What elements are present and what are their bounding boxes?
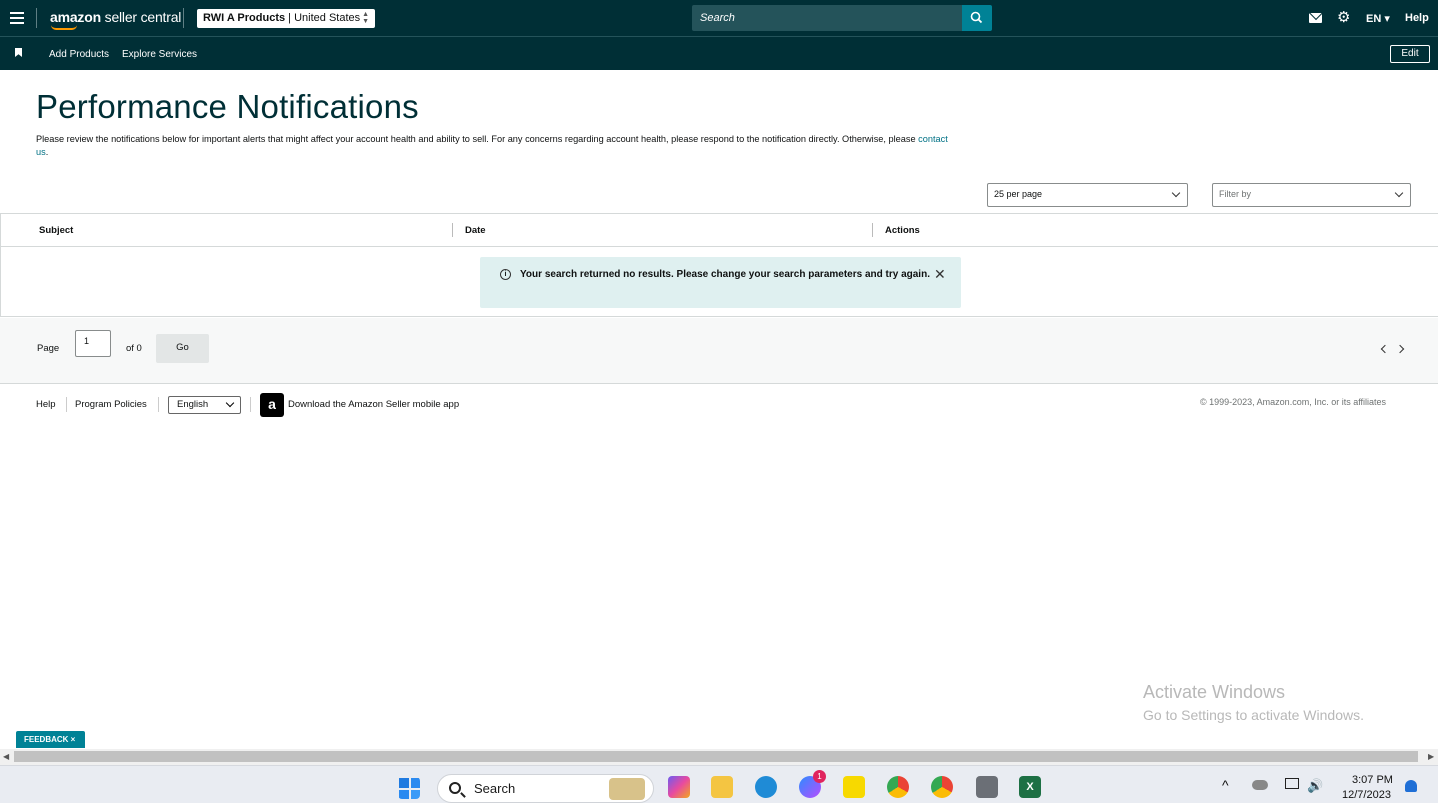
column-header-subject[interactable]: Subject — [39, 225, 73, 236]
subnav-explore-services[interactable]: Explore Services — [122, 49, 197, 60]
no-results-message: Your search returned no results. Please … — [520, 269, 930, 280]
footer-divider — [250, 397, 251, 412]
chevron-down-icon — [1171, 188, 1181, 198]
program-policies-link[interactable]: Program Policies — [75, 399, 147, 410]
calculator-icon[interactable] — [976, 776, 998, 798]
column-header-date[interactable]: Date — [465, 225, 486, 236]
column-divider — [452, 223, 453, 237]
page-number-input[interactable]: 1 — [75, 330, 111, 357]
column-header-actions: Actions — [885, 225, 920, 236]
go-button[interactable]: Go — [156, 334, 209, 363]
amazon-app-icon[interactable]: a — [260, 393, 284, 417]
chevron-down-icon — [225, 398, 235, 408]
horizontal-scrollbar[interactable]: ◀ ▶ — [0, 749, 1438, 765]
watermark-title: Activate Windows — [1143, 682, 1286, 702]
info-icon: i — [500, 269, 511, 280]
activate-windows-watermark: Activate Windows Go to Settings to activ… — [1143, 682, 1364, 723]
nav-divider — [183, 8, 184, 28]
subnav-add-products[interactable]: Add Products — [49, 49, 109, 60]
no-results-alert: i Your search returned no results. Pleas… — [480, 257, 961, 308]
sub-nav: Add Products Explore Services Edit — [0, 37, 1438, 70]
scrollbar-thumb[interactable] — [14, 751, 1418, 762]
bookmark-icon[interactable] — [15, 48, 22, 57]
help-link[interactable]: Help — [1405, 12, 1429, 24]
search-highlight-icon — [609, 778, 645, 800]
edge-icon[interactable] — [755, 776, 777, 798]
page-title: Performance Notifications — [36, 88, 419, 125]
network-icon[interactable] — [1285, 778, 1299, 789]
nav-divider — [36, 8, 37, 28]
column-divider — [872, 223, 873, 237]
watermark-subtitle: Go to Settings to activate Windows. — [1143, 707, 1364, 723]
search-icon — [970, 11, 983, 24]
filter-select[interactable]: Filter by — [1212, 183, 1411, 207]
footer-help-link[interactable]: Help — [36, 399, 56, 410]
page-label: Page — [37, 343, 60, 354]
app-download-link[interactable]: Download the Amazon Seller mobile app — [288, 399, 459, 410]
chevron-up-icon[interactable]: ^ — [1222, 777, 1229, 793]
onedrive-icon[interactable] — [1252, 780, 1268, 790]
taskbar-search-input[interactable]: Search — [437, 774, 654, 803]
close-icon[interactable]: ✕ — [934, 266, 946, 283]
sticky-notes-icon[interactable] — [843, 776, 865, 798]
up-down-arrow-icon: ▲ ▼ — [362, 11, 369, 25]
chevron-left-icon[interactable] — [1380, 344, 1390, 354]
file-explorer-icon[interactable] — [711, 776, 733, 798]
volume-icon[interactable]: 🔊 — [1307, 778, 1323, 794]
search-input[interactable]: Search — [692, 5, 962, 31]
footer-language-select[interactable]: English — [168, 396, 241, 414]
table-header: Subject Date Actions — [1, 214, 1438, 247]
menu-icon[interactable] — [10, 12, 24, 24]
store-selector[interactable]: RWI A Products | United States ▲ ▼ — [197, 9, 375, 28]
gear-icon[interactable]: ⚙ — [1337, 10, 1351, 25]
footer-divider — [66, 397, 67, 412]
chevron-right-icon[interactable] — [1395, 344, 1405, 354]
copilot-icon[interactable] — [668, 776, 690, 798]
excel-icon[interactable]: X — [1019, 776, 1041, 798]
taskbar-time[interactable]: 3:07 PM — [1352, 774, 1393, 786]
search-button[interactable] — [962, 5, 992, 31]
messenger-icon[interactable]: 1 — [799, 770, 826, 798]
page-description: Please review the notifications below fo… — [36, 134, 948, 157]
pagination: Page 1 of 0 Go — [0, 318, 1438, 384]
notification-badge: 1 — [813, 770, 826, 783]
language-selector[interactable]: EN ▾ — [1366, 12, 1390, 25]
chevron-down-icon — [1394, 188, 1404, 198]
amazon-smile-icon — [51, 25, 77, 30]
edit-button[interactable]: Edit — [1390, 45, 1430, 63]
notification-bell-icon[interactable] — [1405, 780, 1417, 792]
footer-divider — [158, 397, 159, 412]
amazon-seller-central-logo[interactable]: amazon seller central — [50, 9, 181, 30]
copyright: © 1999-2023, Amazon.com, Inc. or its aff… — [1200, 397, 1387, 407]
notifications-table: Subject Date Actions i Your search retur… — [0, 213, 1438, 317]
chrome-icon[interactable] — [931, 776, 953, 798]
windows-start-icon[interactable] — [398, 777, 420, 799]
taskbar-date[interactable]: 12/7/2023 — [1342, 789, 1391, 801]
scroll-right-icon[interactable]: ▶ — [1428, 752, 1434, 761]
top-nav: amazon seller central RWI A Products | U… — [0, 0, 1438, 37]
search-icon — [449, 782, 461, 794]
windows-taskbar: Search 1 X ^ 🔊 3:07 PM 12/7/2023 — [0, 765, 1438, 803]
chrome-profile-icon[interactable] — [887, 776, 909, 798]
per-page-select[interactable]: 25 per page — [987, 183, 1188, 207]
feedback-button[interactable]: FEEDBACK × — [16, 731, 85, 748]
mail-icon[interactable] — [1309, 13, 1322, 23]
page-count: of 0 — [126, 343, 142, 354]
scroll-left-icon[interactable]: ◀ — [3, 752, 9, 761]
